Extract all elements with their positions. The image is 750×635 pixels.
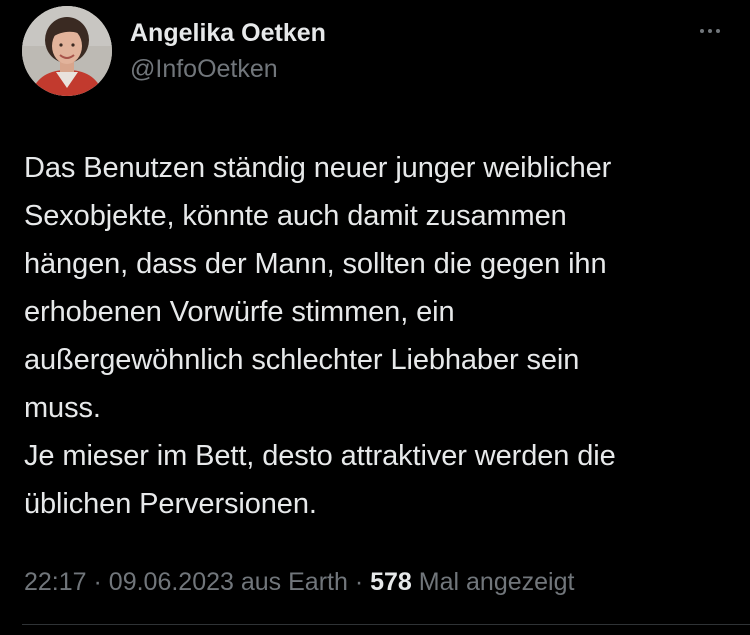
- tweet-source: aus Earth: [240, 568, 348, 596]
- profile-photo-icon: [22, 6, 112, 96]
- views-count: 578: [370, 568, 412, 596]
- avatar[interactable]: [22, 6, 112, 96]
- author-handle[interactable]: @InfoOetken: [130, 54, 278, 84]
- more-horizontal-icon: [716, 29, 720, 33]
- tweet-time[interactable]: 22:17: [24, 568, 87, 596]
- meta-separator: ·: [93, 568, 102, 596]
- tweet-meta: 22:17 · 09.06.2023 aus Earth · 578 Mal a…: [24, 562, 574, 602]
- tweet-text: Das Benutzen ständig neuer junger weibli…: [24, 152, 616, 520]
- tweet-card: Angelika Oetken @InfoOetken Das Benutzen…: [0, 0, 750, 635]
- more-horizontal-icon: [700, 29, 704, 33]
- divider: [22, 624, 750, 625]
- meta-separator: ·: [354, 568, 364, 596]
- tweet-date[interactable]: 09.06.2023: [109, 568, 234, 596]
- more-options-button[interactable]: [688, 16, 732, 46]
- author-display-name[interactable]: Angelika Oetken: [130, 18, 326, 48]
- more-horizontal-icon: [708, 29, 712, 33]
- views-label: Mal angezeigt: [418, 568, 575, 596]
